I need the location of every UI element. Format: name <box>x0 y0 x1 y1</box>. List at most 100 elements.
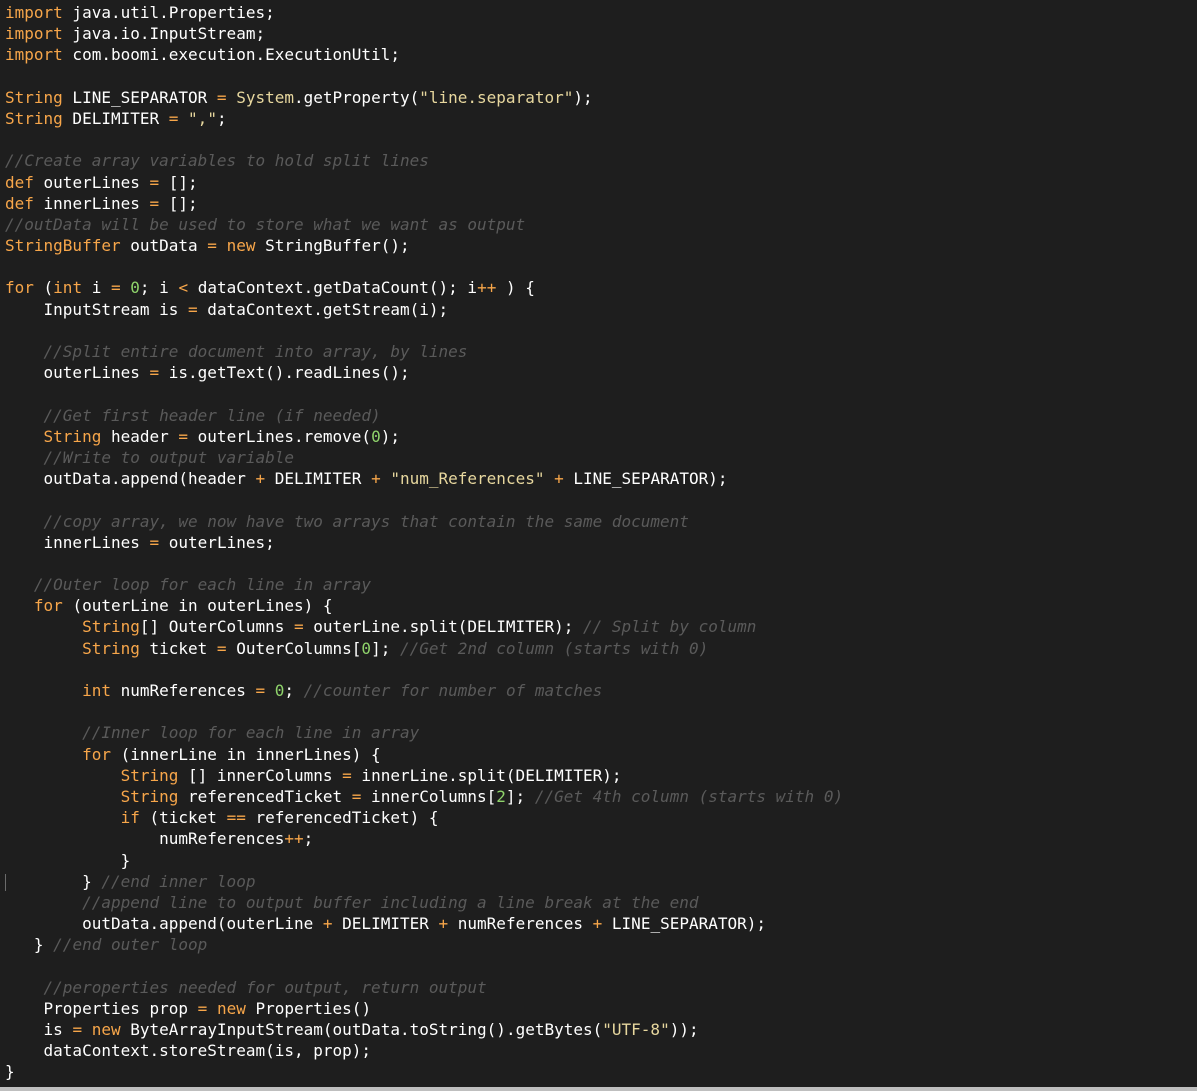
code-token: ByteArrayInputStream(outData.toString().… <box>120 1020 603 1039</box>
operator-token: + <box>371 469 381 489</box>
code-line[interactable]: InputStream is = dataContext.getStream(i… <box>5 299 1197 320</box>
code-token: } <box>5 871 102 891</box>
code-token: com.boomi.execution.ExecutionUtil; <box>62 45 400 65</box>
code-token: (innerLine in innerLines) { <box>110 744 381 764</box>
code-line[interactable] <box>5 66 1197 87</box>
number-token: 0 <box>361 638 372 658</box>
code-token: []; <box>159 193 198 213</box>
code-line[interactable]: //Inner loop for each line in array <box>5 722 1197 743</box>
code-token: outerLines; <box>159 532 275 552</box>
code-line[interactable]: outData.append(header + DELIMITER + "num… <box>5 468 1197 489</box>
code-token: innerLines <box>33 193 150 213</box>
code-token: DELIMITER <box>265 469 372 489</box>
code-line[interactable]: String LINE_SEPARATOR = System.getProper… <box>5 87 1197 108</box>
code-line[interactable]: } <box>5 850 1197 871</box>
code-token: } <box>5 1062 15 1082</box>
code-line[interactable]: import com.boomi.execution.ExecutionUtil… <box>5 44 1197 65</box>
code-line[interactable]: numReferences++; <box>5 828 1197 849</box>
code-line[interactable]: int numReferences = 0; //counter for num… <box>5 680 1197 701</box>
code-token: DELIMITER <box>332 914 439 934</box>
code-line[interactable]: } <box>5 1061 1197 1082</box>
code-token: outData.append(outerLine <box>5 914 323 934</box>
code-token: is <box>5 1020 73 1039</box>
code-line[interactable]: String referencedTicket = innerColumns[2… <box>5 786 1197 807</box>
code-line[interactable]: dataContext.storeStream(is, prop); <box>5 1040 1197 1061</box>
code-line[interactable]: //outData will be used to store what we … <box>5 214 1197 235</box>
code-line[interactable] <box>5 489 1197 510</box>
code-line[interactable]: } //end inner loop <box>5 871 1197 892</box>
type-token: StringBuffer <box>5 236 121 256</box>
operator-token: = <box>293 617 304 637</box>
code-token: LINE_SEPARATOR); <box>563 469 728 489</box>
code-line[interactable]: def outerLines = []; <box>5 172 1197 193</box>
code-line[interactable]: //Create array variables to hold split l… <box>5 150 1197 171</box>
code-line[interactable]: //Outer loop for each line in array <box>5 574 1197 595</box>
code-line[interactable]: //Split entire document into array, by l… <box>5 341 1197 362</box>
code-line[interactable] <box>5 553 1197 574</box>
code-line[interactable]: is = new ByteArrayInputStream(outData.to… <box>5 1019 1197 1040</box>
code-line[interactable]: innerLines = outerLines; <box>5 532 1197 553</box>
code-token: ( <box>33 278 54 298</box>
code-line[interactable] <box>5 320 1197 341</box>
symbol-token: System <box>236 87 294 107</box>
keyword-token: for <box>82 744 111 764</box>
code-line[interactable]: for (innerLine in innerLines) { <box>5 744 1197 765</box>
code-line[interactable] <box>5 701 1197 722</box>
code-line[interactable]: //Get first header line (if needed) <box>5 405 1197 426</box>
code-line[interactable]: String ticket = OuterColumns[0]; //Get 2… <box>5 638 1197 659</box>
code-line[interactable]: for (outerLine in outerLines) { <box>5 595 1197 616</box>
operator-token: ++ <box>284 829 304 849</box>
code-line[interactable] <box>5 256 1197 277</box>
code-token: outerLines <box>5 363 150 383</box>
type-token: String <box>43 426 102 446</box>
code-token: LINE_SEPARATOR); <box>602 914 767 934</box>
code-line[interactable] <box>5 955 1197 976</box>
code-line[interactable]: String DELIMITER = ","; <box>5 108 1197 129</box>
code-line[interactable]: outerLines = is.getText().readLines(); <box>5 362 1197 383</box>
code-line[interactable] <box>5 383 1197 404</box>
code-lines[interactable]: import java.util.Properties; import java.… <box>5 2 1197 1083</box>
code-line[interactable] <box>5 659 1197 680</box>
code-token: outData <box>120 236 208 256</box>
code-line[interactable]: //copy array, we now have two arrays tha… <box>5 511 1197 532</box>
operator-token: = <box>168 108 179 128</box>
code-line[interactable]: String[] OuterColumns = outerLine.split(… <box>5 616 1197 637</box>
code-token: java.io.InputStream; <box>62 24 266 44</box>
string-token: "UTF-8" <box>602 1020 670 1039</box>
code-line[interactable]: import java.io.InputStream; <box>5 23 1197 44</box>
code-line[interactable]: outData.append(outerLine + DELIMITER + n… <box>5 913 1197 934</box>
code-line[interactable]: //Write to output variable <box>5 447 1197 468</box>
code-line[interactable]: String header = outerLines.remove(0); <box>5 426 1197 447</box>
code-line[interactable]: def innerLines = []; <box>5 193 1197 214</box>
operator-token: = <box>110 278 121 298</box>
code-line[interactable]: Properties prop = new Properties() <box>5 998 1197 1019</box>
code-editor[interactable]: import java.util.Properties; import java.… <box>0 0 1197 1091</box>
comment-token: //Inner loop for each line in array <box>82 723 420 743</box>
code-line[interactable]: if (ticket == referencedTicket) { <box>5 807 1197 828</box>
code-line[interactable] <box>5 129 1197 150</box>
code-line[interactable]: import java.util.Properties; <box>5 2 1197 23</box>
code-line[interactable]: } //end outer loop <box>5 934 1197 955</box>
comment-token: //Get 2nd column (starts with 0) <box>399 638 709 658</box>
code-line[interactable]: String [] innerColumns = innerLine.split… <box>5 765 1197 786</box>
operator-token: = <box>149 532 160 552</box>
code-token: Properties prop <box>5 998 198 1018</box>
code-line[interactable]: StringBuffer outData = new StringBuffer(… <box>5 235 1197 256</box>
code-line[interactable]: //append line to output buffer including… <box>5 892 1197 913</box>
code-line[interactable]: for (int i = 0; i < dataContext.getDataC… <box>5 277 1197 298</box>
code-line[interactable]: //peroperties needed for output, return … <box>5 977 1197 998</box>
number-token: 0 <box>371 426 381 446</box>
code-token: } <box>5 850 131 870</box>
comment-token: //Create array variables to hold split l… <box>5 151 429 171</box>
